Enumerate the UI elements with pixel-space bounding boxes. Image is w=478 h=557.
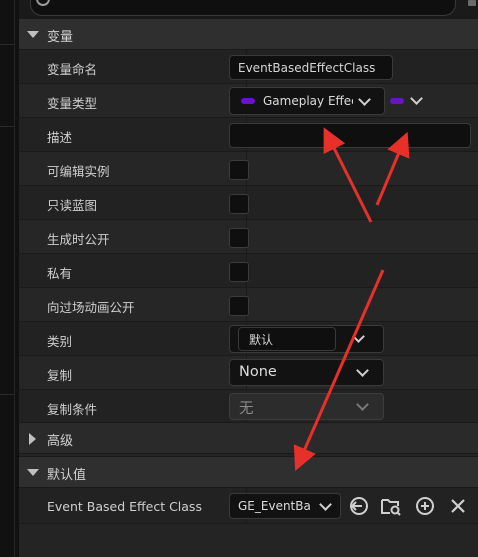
annotation-arrows	[293, 127, 410, 471]
annotation-arrow	[293, 127, 410, 471]
